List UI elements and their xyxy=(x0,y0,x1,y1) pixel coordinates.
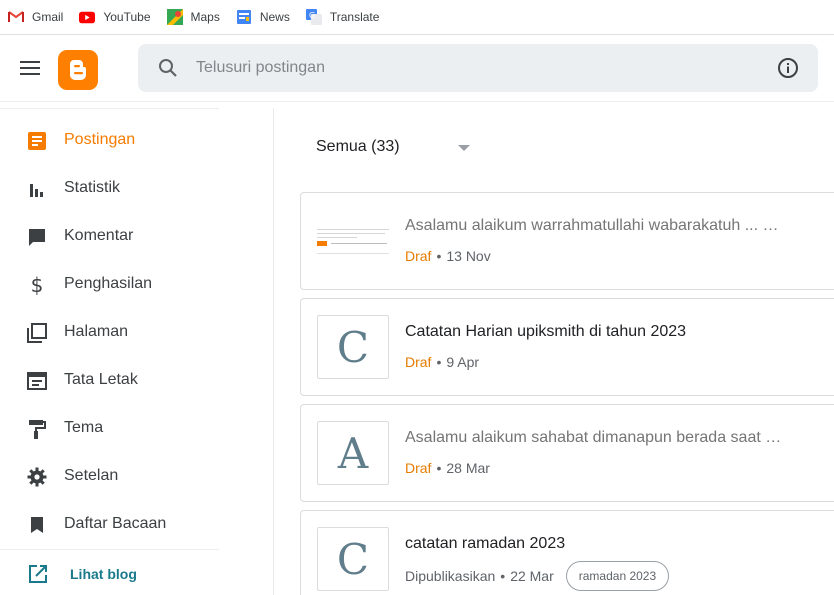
sidebar: Postingan Statistik Komentar $ Penghasil… xyxy=(0,108,274,595)
bookmark-icon xyxy=(26,514,48,536)
post-title[interactable]: Catatan Harian upiksmith di tahun 2023 xyxy=(405,323,686,341)
post-meta: Draf • 28 Mar xyxy=(405,460,490,476)
post-date: 22 Mar xyxy=(510,568,554,584)
sidebar-item-settings[interactable]: Setelan xyxy=(0,456,219,496)
translate-icon: G xyxy=(305,9,322,25)
post-meta: Draf • 13 Nov xyxy=(405,248,491,264)
search-input[interactable] xyxy=(196,56,756,80)
info-icon[interactable] xyxy=(776,56,800,85)
post-title[interactable]: catatan ramadan 2023 xyxy=(405,535,565,553)
post-thumbnail xyxy=(317,209,389,273)
post-thumbnail: C xyxy=(317,315,389,379)
sidebar-item-label: Statistik xyxy=(64,179,121,196)
post-status: Draf xyxy=(405,248,432,264)
bookmark-label: News xyxy=(259,10,290,24)
posts-icon xyxy=(26,130,48,152)
hamburger-icon xyxy=(20,61,40,75)
sidebar-item-label: Halaman xyxy=(64,323,129,340)
post-card[interactable]: A Asalamu alaikum sahabat dimanapun bera… xyxy=(300,404,834,502)
view-blog-link[interactable]: Lihat blog xyxy=(0,554,219,594)
post-status: Draf xyxy=(405,354,432,370)
svg-text:G: G xyxy=(309,11,315,20)
bookmarks-bar: Gmail YouTube Maps News G Translate xyxy=(0,0,834,35)
blogger-logo[interactable] xyxy=(58,50,98,90)
sidebar-item-earnings[interactable]: $ Penghasilan xyxy=(0,264,219,304)
post-card[interactable]: Asalamu alaikum warrahmatullahi wabaraka… xyxy=(300,192,834,290)
sidebar-item-label: Daftar Bacaan xyxy=(64,515,167,532)
post-date: 13 Nov xyxy=(446,248,491,264)
pages-icon xyxy=(26,322,48,344)
sidebar-item-label: Postingan xyxy=(64,131,136,148)
thumbnail-image xyxy=(317,209,389,273)
separator-dot: • xyxy=(436,248,442,264)
post-card[interactable]: C catatan ramadan 2023 Dipublikasikan • … xyxy=(300,510,834,595)
post-label-chip[interactable]: ramadan 2023 xyxy=(565,561,670,591)
stats-icon xyxy=(26,178,48,200)
open-in-new-icon xyxy=(28,564,48,589)
maps-icon xyxy=(166,9,183,25)
bookmark-maps[interactable]: Maps xyxy=(166,9,220,25)
sidebar-item-reading-list[interactable]: Daftar Bacaan xyxy=(0,504,219,544)
separator-dot: • xyxy=(500,568,506,584)
sidebar-item-pages[interactable]: Halaman xyxy=(0,312,219,352)
app-bar xyxy=(0,36,834,102)
post-date: 9 Apr xyxy=(446,354,480,370)
post-thumbnail: C xyxy=(317,527,389,591)
bookmark-gmail[interactable]: Gmail xyxy=(8,9,63,25)
sidebar-item-posts[interactable]: Postingan xyxy=(0,120,219,160)
post-title[interactable]: Asalamu alaikum sahabat dimanapun berada… xyxy=(405,429,781,447)
post-meta: Dipublikasikan • 22 Mar ramadan 2023 xyxy=(405,561,670,591)
bookmark-news[interactable]: News xyxy=(236,9,290,25)
blogger-icon xyxy=(70,60,86,80)
bookmark-label: YouTube xyxy=(103,10,151,24)
comment-icon xyxy=(26,226,48,248)
sidebar-divider xyxy=(0,108,219,109)
post-status: Draf xyxy=(405,460,432,476)
paint-roller-icon xyxy=(26,418,48,440)
news-icon xyxy=(236,9,252,25)
separator-dot: • xyxy=(436,354,442,370)
gmail-icon xyxy=(8,9,24,25)
view-blog-label: Lihat blog xyxy=(70,566,137,582)
sidebar-item-label: Tata Letak xyxy=(64,371,138,388)
sidebar-item-label: Setelan xyxy=(64,467,119,484)
dollar-icon: $ xyxy=(30,273,44,297)
gear-icon xyxy=(26,466,48,488)
search-bar xyxy=(138,44,818,92)
menu-button[interactable] xyxy=(16,54,44,82)
sidebar-item-layout[interactable]: Tata Letak xyxy=(0,360,219,400)
bookmark-label: Translate xyxy=(329,10,380,24)
post-date: 28 Mar xyxy=(446,460,490,476)
bookmark-youtube[interactable]: YouTube xyxy=(79,9,151,25)
post-card[interactable]: C Catatan Harian upiksmith di tahun 2023… xyxy=(300,298,834,396)
post-meta: Draf • 9 Apr xyxy=(405,354,479,370)
sidebar-item-stats[interactable]: Statistik xyxy=(0,168,219,208)
post-filter-dropdown[interactable]: Semua (33) xyxy=(316,138,470,156)
bookmark-label: Gmail xyxy=(32,10,64,24)
sidebar-divider xyxy=(0,549,219,550)
bookmark-label: Maps xyxy=(190,10,220,24)
bookmark-translate[interactable]: G Translate xyxy=(305,9,380,25)
post-title[interactable]: Asalamu alaikum warrahmatullahi wabaraka… xyxy=(405,217,779,235)
sidebar-item-comments[interactable]: Komentar xyxy=(0,216,219,256)
sidebar-item-theme[interactable]: Tema xyxy=(0,408,219,448)
sidebar-item-label: Penghasilan xyxy=(64,275,153,292)
sidebar-item-label: Komentar xyxy=(64,227,134,244)
post-thumbnail: A xyxy=(317,421,389,485)
layout-icon xyxy=(26,370,48,392)
filter-label: Semua (33) xyxy=(316,138,400,155)
post-status: Dipublikasikan xyxy=(405,568,496,584)
sidebar-item-label: Tema xyxy=(64,419,104,436)
search-icon[interactable] xyxy=(156,56,180,85)
dropdown-arrow-icon xyxy=(458,145,470,151)
separator-dot: • xyxy=(436,460,442,476)
youtube-icon xyxy=(79,9,96,25)
